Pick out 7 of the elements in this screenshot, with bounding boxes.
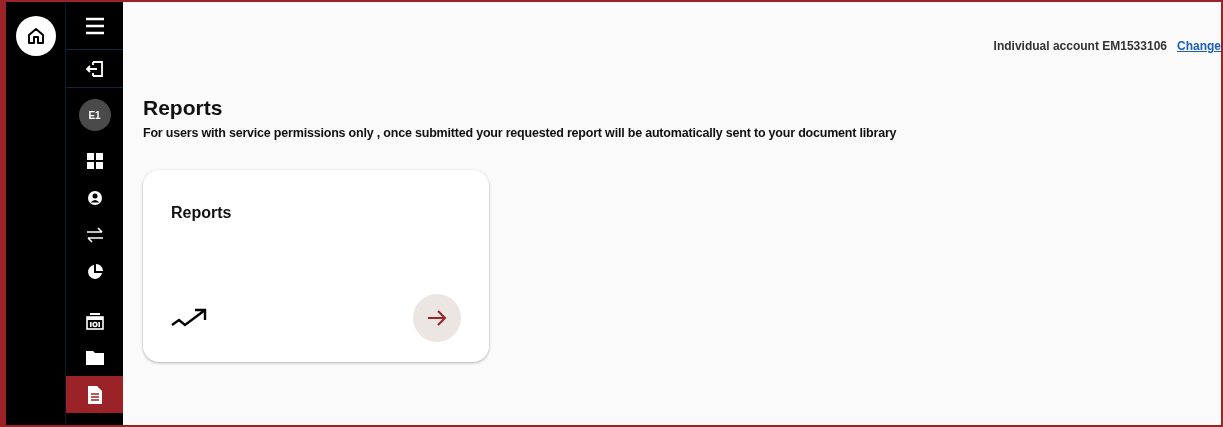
card-title: Reports	[171, 204, 233, 222]
avatar-initials: E1	[78, 99, 111, 131]
account-label: Individual account EM1533106	[993, 39, 1167, 53]
report-card[interactable]: Reports	[143, 170, 489, 362]
page-title: Reports	[143, 96, 224, 120]
page-description: For users with service permissions only , once submitted your requested report will be automatically sent to your document library	[143, 126, 898, 140]
change-link[interactable]: Change	[1177, 39, 1221, 53]
